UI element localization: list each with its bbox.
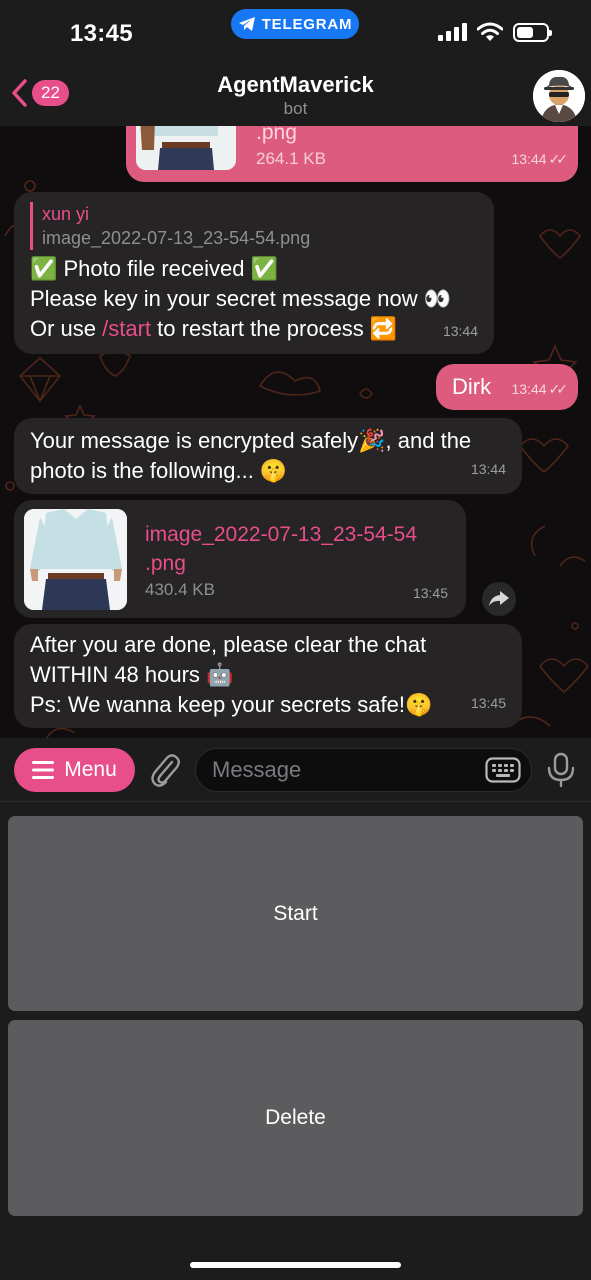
bot-menu-button[interactable]: Menu [14,748,135,792]
chat-subtitle: bot [283,99,308,118]
file-thumbnail[interactable] [136,126,236,170]
message-text: Or use [30,316,103,341]
wifi-icon [477,22,503,41]
message-text-line: photo is the following... 🤫 [30,458,288,483]
message-time: 13:44 [442,323,478,339]
cellular-signal-icon [438,23,467,41]
message-time: 13:45 [470,695,506,711]
chat-history[interactable]: .png 264.1 KB 13:44 ✓✓ xun yi image_2022-… [0,126,591,738]
reply-author: xun yi [42,204,90,224]
delete-button[interactable]: Delete [8,1020,583,1216]
clock: 13:45 [70,20,133,47]
message-time: 13:44 [511,151,547,167]
start-button[interactable]: Start [8,816,583,1011]
microphone-icon[interactable] [546,752,576,788]
read-checkmarks-icon: ✓✓ [548,381,569,397]
message-text-line: After you are done, please clear the cha… [30,632,427,657]
composer-bar: Menu [0,738,591,802]
message-text: to restart the process 🔁 [151,316,398,341]
message-bubble-incoming[interactable]: Your message is encrypted safely🎉, and t… [14,418,522,494]
chat-header: 22 AgentMaverick bot [0,62,591,126]
bot-reply-keyboard: Start Delete [0,803,591,1280]
file-size: 430.4 KB [145,580,215,599]
file-name-ext[interactable]: .png [145,549,417,578]
file-size: 264.1 KB [256,149,326,168]
message-meta: 13:44 ✓✓ [511,374,569,404]
status-bar: 13:45 TELEGRAM [0,0,591,62]
home-indicator[interactable] [190,1262,401,1268]
message-time: 13:44 [470,461,506,477]
message-bubble-incoming-file[interactable]: image_2022-07-13_23-54-54 .png 430.4 KB … [14,500,466,618]
message-meta: 13:44 ✓✓ [511,144,569,174]
menu-label: Menu [64,758,117,781]
message-text-line: Or use /start to restart the process 🔁 [30,314,478,344]
reply-text: image_2022-07-13_23-54-54.png [42,228,311,248]
message-text-line: Your message is encrypted safely🎉, and t… [30,428,472,453]
file-name: .png [256,126,297,144]
attach-paperclip-icon[interactable] [150,753,180,787]
message-bubble-outgoing-file[interactable]: .png 264.1 KB 13:44 ✓✓ [126,126,578,182]
shirt-photo-icon [136,126,236,170]
message-text-line: Ps: We wanna keep your secrets safe!🤫 [30,692,433,717]
message-text-line: ✅ Photo file received ✅ [30,256,279,281]
message-bubble-incoming[interactable]: After you are done, please clear the cha… [14,624,522,728]
system-icons [438,22,552,42]
share-button[interactable] [482,582,516,616]
message-text-line: Please key in your secret message now 👀 [30,286,452,311]
message-time: 13:45 [412,585,448,601]
message-text: Dirk [452,374,492,399]
start-command-link[interactable]: /start [102,316,151,341]
battery-icon [513,22,552,42]
message-bubble-outgoing[interactable]: Dirk 13:44 ✓✓ [436,364,578,410]
bot-keyboard-icon[interactable] [485,757,521,783]
message-input[interactable] [212,757,472,783]
bot-avatar[interactable] [533,70,585,122]
telegram-pill[interactable]: TELEGRAM [231,9,359,39]
telegram-icon [238,17,255,31]
shirt-photo-icon [24,509,127,610]
message-text-line: WITHIN 48 hours 🤖 [30,662,234,687]
message-bubble-incoming[interactable]: xun yi image_2022-07-13_23-54-54.png ✅ P… [14,192,494,354]
read-checkmarks-icon: ✓✓ [548,151,569,167]
message-time: 13:44 [511,381,547,397]
telegram-pill-label: TELEGRAM [261,15,353,33]
reply-preview[interactable]: xun yi image_2022-07-13_23-54-54.png [30,202,478,250]
file-thumbnail[interactable] [24,509,127,610]
hamburger-icon [32,761,55,779]
chat-title[interactable]: AgentMaverick [0,72,591,98]
forward-arrow-icon [489,591,509,606]
file-name[interactable]: image_2022-07-13_23-54-54 [145,520,417,549]
agent-avatar-icon [533,70,585,122]
message-input-field[interactable] [195,748,532,792]
